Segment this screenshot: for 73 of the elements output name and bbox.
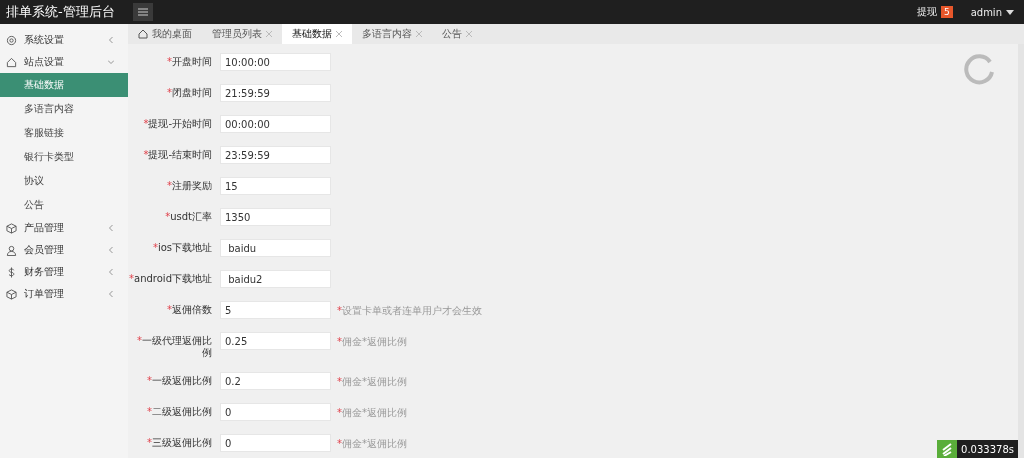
tab[interactable]: 我的桌面 [128, 24, 202, 44]
input-field[interactable]: 21:59:59 [220, 84, 331, 102]
app-title: 排单系统-管理后台 [5, 3, 116, 21]
sidebar-group[interactable]: 会员管理 [0, 239, 128, 261]
field-label: *闭盘时间 [166, 86, 213, 99]
sidebar-item[interactable]: 公告 [0, 193, 128, 217]
field-hint: *佣金*返佣比例 [337, 437, 407, 451]
caret-icon [1006, 9, 1014, 15]
house-icon [6, 56, 17, 68]
sidebar-group[interactable]: 站点设置 [0, 51, 128, 73]
user-menu[interactable]: admin [970, 6, 1014, 18]
sidebar-group[interactable]: 系统设置 [0, 29, 128, 51]
sidebar-item[interactable]: 多语言内容 [0, 97, 128, 121]
chevron-left-icon [108, 268, 114, 276]
tab[interactable]: 多语言内容 [352, 24, 432, 44]
chevron-left-icon [108, 224, 114, 232]
close-icon[interactable] [416, 31, 422, 37]
sidebar-group[interactable]: 产品管理 [0, 217, 128, 239]
home-icon [138, 29, 148, 39]
sidebar-item[interactable]: 基础数据 [0, 73, 128, 97]
input-field[interactable]: 15 [220, 177, 331, 195]
close-icon[interactable] [466, 31, 472, 37]
input-field[interactable]: 23:59:59 [220, 146, 331, 164]
person-icon [6, 244, 17, 256]
input-field[interactable]: 1350 [220, 208, 331, 226]
tab[interactable]: 基础数据 [282, 24, 352, 44]
input-field[interactable]: 10:00:00 [220, 53, 331, 71]
field-label: *三级返佣比例 [146, 436, 213, 449]
field-label: *android下载地址 [128, 272, 213, 285]
gear-icon [6, 34, 17, 46]
chevron-left-icon [108, 290, 114, 298]
withdraw-count-badge: 5 [940, 6, 953, 18]
menu-icon [138, 8, 148, 16]
sidebar-item[interactable]: 协议 [0, 169, 128, 193]
field-label: *提现-结束时间 [142, 148, 213, 161]
close-icon[interactable] [266, 31, 272, 37]
cube-icon [6, 288, 17, 300]
field-label: *提现-开始时间 [142, 117, 213, 130]
field-hint: *设置卡单或者连单用户才会生效 [337, 304, 482, 318]
input-field[interactable]: 0 [220, 403, 331, 421]
field-label: *注册奖励 [166, 179, 213, 192]
field-label: *二级返佣比例 [146, 405, 213, 418]
input-field[interactable]: baidu [220, 239, 331, 257]
menu-button[interactable] [133, 3, 153, 21]
input-field[interactable]: 0.2 [220, 372, 331, 390]
field-label: *开盘时间 [166, 55, 213, 68]
chevron-left-icon [108, 36, 114, 44]
close-icon[interactable] [336, 31, 342, 37]
dollar-icon [6, 266, 17, 278]
field-label: *ios下载地址 [151, 241, 213, 254]
withdraw-link[interactable]: 提现 [916, 5, 937, 19]
field-label: *一级返佣比例 [146, 374, 213, 387]
input-field[interactable]: 00:00:00 [220, 115, 331, 133]
input-field[interactable]: 0 [220, 434, 331, 452]
field-label: *返佣倍数 [166, 303, 213, 316]
field-label: *usdt汇率 [164, 210, 213, 223]
input-field[interactable]: 5 [220, 301, 331, 319]
tab[interactable]: 管理员列表 [202, 24, 282, 44]
field-hint: *佣金*返佣比例 [337, 406, 407, 420]
sidebar-item[interactable]: 客服链接 [0, 121, 128, 145]
sidebar-group[interactable]: 财务管理 [0, 261, 128, 283]
sidebar-group[interactable]: 订单管理 [0, 283, 128, 305]
field-hint: *佣金*返佣比例 [337, 375, 407, 389]
chevron-left-icon [108, 246, 114, 254]
cube-icon [6, 222, 17, 234]
sidebar-item[interactable]: 银行卡类型 [0, 145, 128, 169]
input-field[interactable]: 0.25 [220, 332, 331, 350]
input-field[interactable]: baidu2 [220, 270, 331, 288]
field-hint: *佣金*返佣比例 [337, 335, 407, 349]
chevron-down-icon [108, 58, 114, 66]
field-label: *一级代理返佣比例 [136, 334, 213, 359]
tab[interactable]: 公告 [432, 24, 482, 44]
loading-ring-icon [962, 52, 996, 86]
